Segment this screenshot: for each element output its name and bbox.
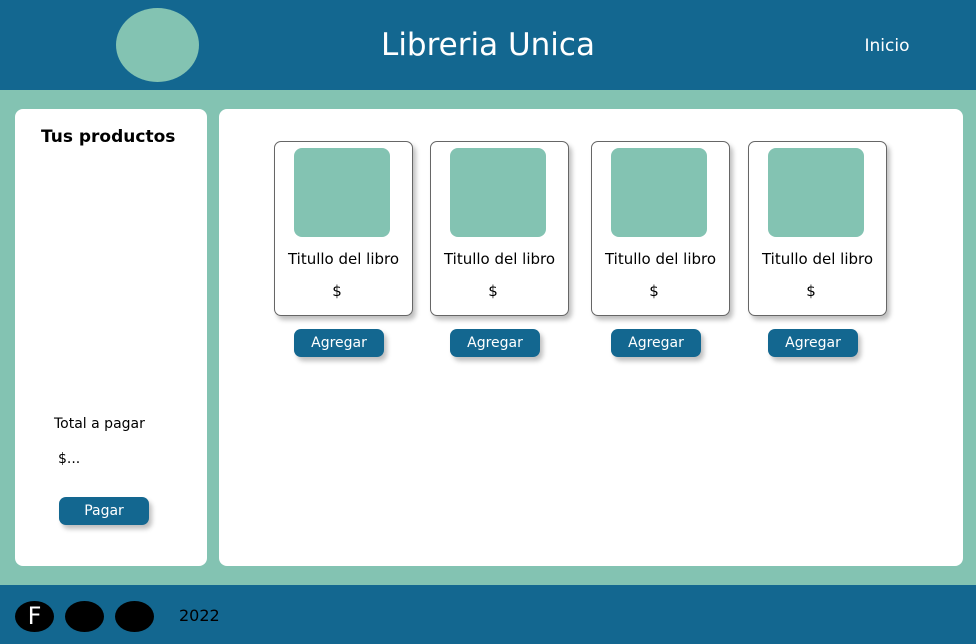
book-price: $ <box>806 282 816 300</box>
pay-button[interactable]: Pagar <box>59 497 149 525</box>
cart-sidebar: Tus productos Total a pagar $... Pagar <box>15 109 207 566</box>
add-button[interactable]: Agregar <box>450 329 540 357</box>
book-title: Titullo del libro <box>443 250 556 268</box>
add-button[interactable]: Agregar <box>294 329 384 357</box>
facebook-icon[interactable]: F <box>15 601 54 632</box>
book-price: $ <box>649 282 659 300</box>
book-price: $ <box>488 282 498 300</box>
facebook-letter: F <box>27 602 42 630</box>
social-icon[interactable] <box>65 601 104 632</box>
book-title: Titullo del libro <box>604 250 717 268</box>
book-image <box>611 148 707 237</box>
nav-link-inicio[interactable]: Inicio <box>858 35 916 57</box>
total-label: Total a pagar <box>54 416 145 432</box>
book-image <box>768 148 864 237</box>
add-button[interactable]: Agregar <box>768 329 858 357</box>
book-title: Titullo del libro <box>761 250 874 268</box>
footer: F 2022 <box>0 585 976 644</box>
product-card: Titullo del libro $ <box>274 141 413 316</box>
footer-year: 2022 <box>179 606 220 625</box>
site-title: Libreria Unica <box>381 27 595 63</box>
social-icon[interactable] <box>115 601 154 632</box>
product-card: Titullo del libro $ <box>430 141 569 316</box>
product-card: Titullo del libro $ <box>591 141 730 316</box>
product-grid: Titullo del libro $ Agregar Titullo del … <box>219 109 963 566</box>
book-title: Titullo del libro <box>287 250 400 268</box>
product-card: Titullo del libro $ <box>748 141 887 316</box>
total-value: $... <box>58 451 81 467</box>
add-button[interactable]: Agregar <box>611 329 701 357</box>
cart-title: Tus productos <box>41 127 176 147</box>
book-image <box>450 148 546 237</box>
book-image <box>294 148 390 237</box>
book-price: $ <box>332 282 342 300</box>
header: Libreria Unica Inicio <box>0 0 976 90</box>
